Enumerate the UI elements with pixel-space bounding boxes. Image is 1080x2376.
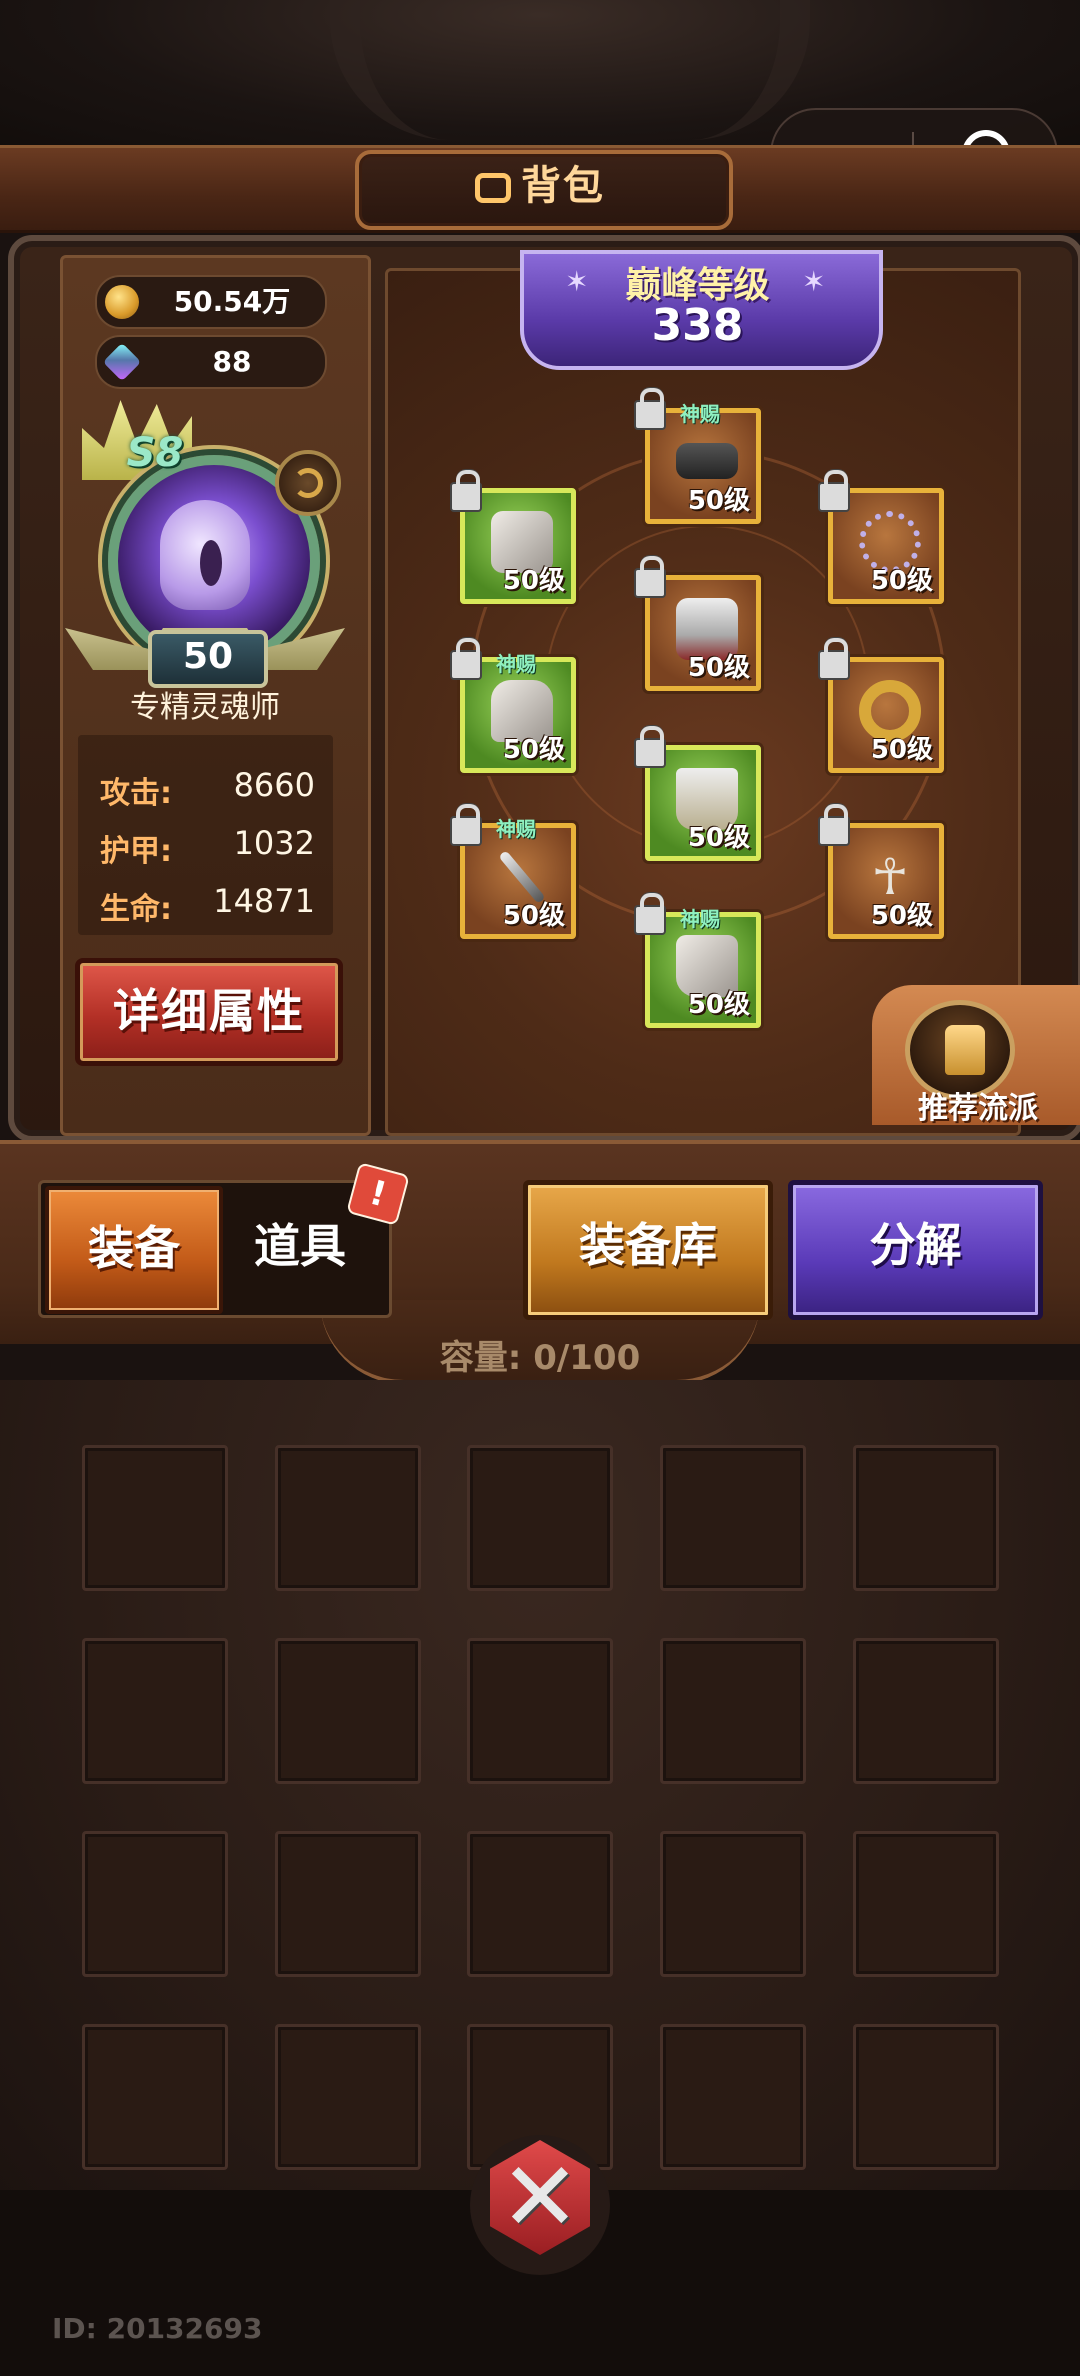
inventory-slot[interactable] — [853, 2024, 999, 2170]
close-icon[interactable]: ✕ — [490, 2140, 590, 2255]
thumbs-up-icon — [945, 1025, 985, 1075]
lock-icon — [818, 804, 850, 846]
slot-level: 50级 — [687, 486, 750, 516]
rank-badge: S8 — [126, 430, 184, 476]
slot-level: 50级 — [502, 735, 565, 765]
inventory-slot[interactable] — [660, 1445, 806, 1591]
slot-level: 50级 — [687, 823, 750, 853]
god-gift-tag: 神赐 — [496, 817, 536, 841]
lock-icon — [818, 638, 850, 680]
gem-icon — [102, 342, 142, 382]
page-title: 背包 — [355, 150, 725, 222]
slot-level: 50级 — [870, 735, 933, 765]
lock-icon — [450, 804, 482, 846]
stat-label-armor: 护甲: — [100, 834, 172, 869]
inventory-slot[interactable] — [275, 1831, 421, 1977]
inventory-slot[interactable] — [82, 1831, 228, 1977]
lock-icon — [634, 556, 666, 598]
decompose-button[interactable]: 分解 — [788, 1180, 1043, 1320]
cape-icon — [676, 443, 738, 479]
gold-value: 50.54万 — [173, 285, 291, 318]
inventory-slot[interactable] — [467, 1831, 613, 1977]
tab-equipment[interactable]: 装备 — [45, 1186, 223, 1314]
recommend-build-label: 推荐流派 — [918, 1091, 1038, 1126]
slot-level: 50级 — [870, 566, 933, 596]
stat-label-attack: 攻击: — [100, 776, 172, 811]
inventory-slot[interactable] — [660, 1638, 806, 1784]
stat-value-armor: 1032 — [233, 824, 315, 862]
god-gift-tag: 神赐 — [680, 907, 720, 931]
slot-level: 50级 — [687, 653, 750, 683]
gem-value: 88 — [212, 345, 252, 378]
inventory-slot[interactable] — [660, 2024, 806, 2170]
slot-level: 50级 — [502, 566, 565, 596]
lock-icon — [634, 726, 666, 768]
player-id: ID: 20132693 — [52, 2312, 263, 2345]
gem-counter: 88 — [95, 335, 327, 389]
god-gift-tag: 神赐 — [496, 652, 536, 676]
inventory-slot[interactable] — [275, 1445, 421, 1591]
lock-icon — [450, 638, 482, 680]
inventory-slot[interactable] — [467, 1638, 613, 1784]
god-gift-tag: 神赐 — [680, 402, 720, 426]
inventory-slot[interactable] — [853, 1638, 999, 1784]
gold-counter: 50.54万 — [95, 275, 327, 329]
inventory-slot[interactable] — [660, 1831, 806, 1977]
slot-level: 50级 — [870, 901, 933, 931]
inventory-slot[interactable] — [853, 1445, 999, 1591]
gold-coin-icon — [105, 285, 139, 319]
detail-attributes-button[interactable]: 详细属性 — [75, 958, 343, 1066]
slot-level: 50级 — [687, 990, 750, 1020]
lock-icon — [818, 470, 850, 512]
backpack-icon — [475, 173, 511, 203]
refresh-button[interactable] — [275, 450, 341, 516]
hero-level: 50 — [148, 630, 268, 688]
inventory-slot[interactable] — [853, 1831, 999, 1977]
inventory-slot[interactable] — [82, 2024, 228, 2170]
stat-value-attack: 8660 — [233, 766, 315, 804]
inventory-slot[interactable] — [275, 2024, 421, 2170]
ghost-mouth — [200, 540, 222, 586]
stat-value-health: 14871 — [213, 882, 315, 920]
capacity-readout: 容量: 0/100 — [320, 1330, 760, 1379]
capacity-label: 容量: — [439, 1338, 522, 1378]
inventory-slot[interactable] — [467, 1445, 613, 1591]
capacity-value: 0/100 — [533, 1338, 641, 1378]
hero-class-name: 专精灵魂师 — [130, 690, 280, 725]
inventory-slot[interactable] — [275, 1638, 421, 1784]
inventory-slot[interactable] — [82, 1638, 228, 1784]
lock-icon — [634, 893, 666, 935]
slot-level: 50级 — [502, 901, 565, 931]
stat-label-health: 生命: — [100, 892, 172, 927]
lock-icon — [450, 470, 482, 512]
equipment-storage-button[interactable]: 装备库 — [523, 1180, 773, 1320]
inventory-slot[interactable] — [82, 1445, 228, 1591]
page-title-text: 背包 — [521, 163, 605, 209]
lock-icon — [634, 388, 666, 430]
peak-level-value: 338 — [651, 300, 744, 351]
top-ornament — [330, 0, 810, 140]
